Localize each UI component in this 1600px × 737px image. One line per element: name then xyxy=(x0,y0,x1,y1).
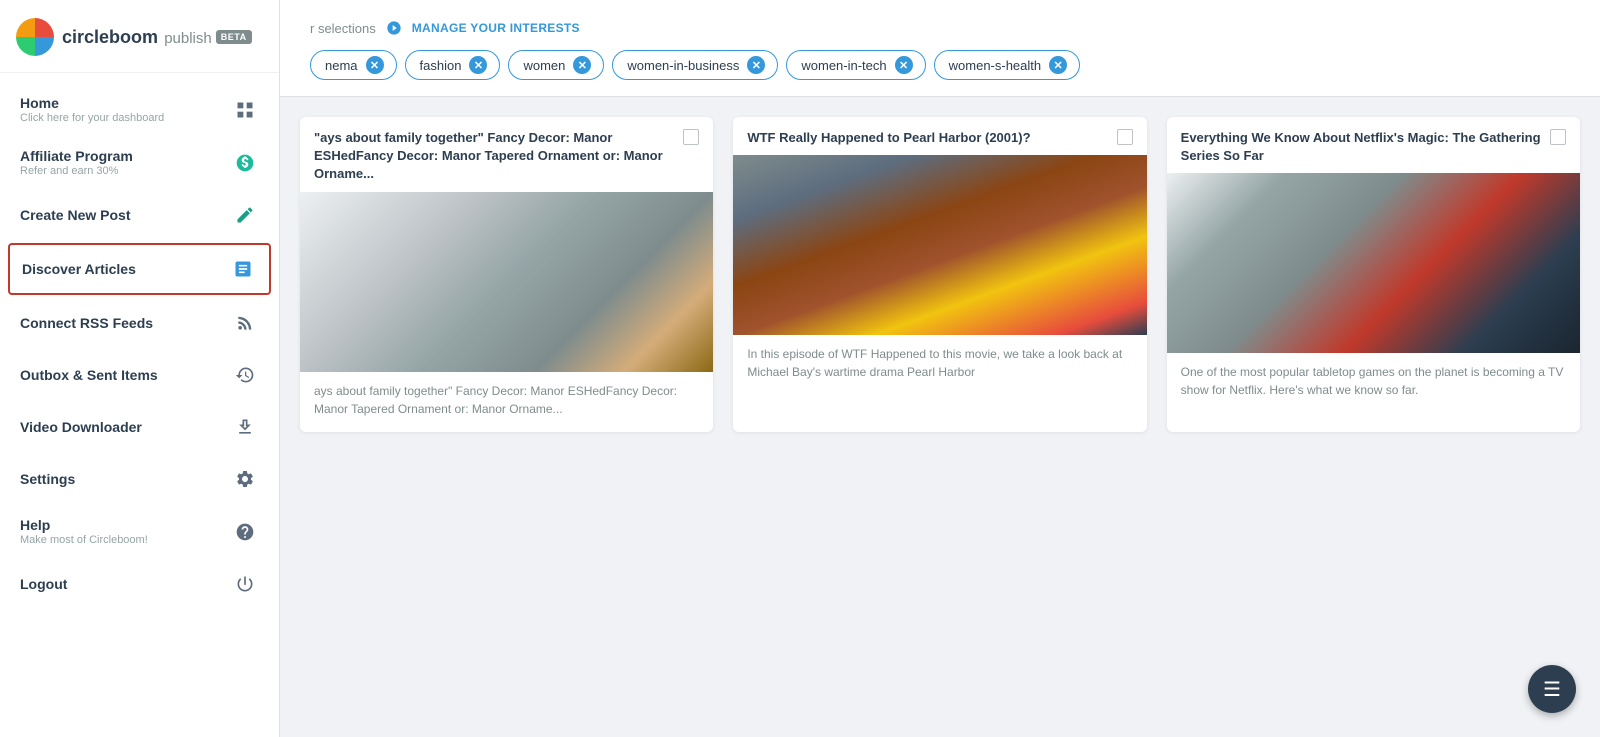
tag-label: women xyxy=(523,58,565,73)
article-header: Everything We Know About Netflix's Magic… xyxy=(1167,117,1580,173)
article-image xyxy=(733,155,1146,335)
articles-icon xyxy=(229,255,257,283)
sidebar-help-subtitle: Make most of Circleboom! xyxy=(20,534,231,546)
tag-label: nema xyxy=(325,58,358,73)
manage-interests-link[interactable]: MANAGE YOUR INTERESTS xyxy=(412,21,580,35)
article-card-article-1: "ays about family together" Fancy Decor:… xyxy=(300,117,713,432)
tag-remove-icon[interactable]: ✕ xyxy=(573,56,591,74)
interests-row: r selections MANAGE YOUR INTERESTS xyxy=(310,20,1570,36)
article-card-article-3: Everything We Know About Netflix's Magic… xyxy=(1167,117,1580,432)
article-image xyxy=(300,192,713,372)
sidebar-item-discover[interactable]: Discover Articles xyxy=(8,243,271,295)
tag-chip-women-s-health[interactable]: women-s-health ✕ xyxy=(934,50,1081,80)
main-header: r selections MANAGE YOUR INTERESTS nema ✕… xyxy=(280,0,1600,97)
tag-label: women-s-health xyxy=(949,58,1042,73)
tag-label: women-in-business xyxy=(627,58,739,73)
download-icon xyxy=(231,413,259,441)
interests-label: r selections xyxy=(310,21,376,36)
sidebar-item-logout[interactable]: Logout xyxy=(0,558,279,610)
fab-button[interactable]: ☰ xyxy=(1528,665,1576,713)
sidebar-item-rss[interactable]: Connect RSS Feeds xyxy=(0,297,279,349)
articles-grid: "ays about family together" Fancy Decor:… xyxy=(280,97,1600,737)
article-title: "ays about family together" Fancy Decor:… xyxy=(314,129,683,184)
tags-row: nema✕fashion✕women✕women-in-business✕wom… xyxy=(310,50,1570,80)
article-title: Everything We Know About Netflix's Magic… xyxy=(1181,129,1550,165)
sidebar: circleboom publish BETA Home Click here … xyxy=(0,0,280,737)
article-checkbox[interactable] xyxy=(683,129,699,145)
sidebar-item-home[interactable]: Home Click here for your dashboard xyxy=(0,83,279,136)
tag-chip-women[interactable]: women ✕ xyxy=(508,50,604,80)
tag-chip-women-in-tech[interactable]: women-in-tech ✕ xyxy=(786,50,925,80)
sidebar-discover-title: Discover Articles xyxy=(22,261,229,277)
beta-badge: BETA xyxy=(216,30,252,44)
edit-icon xyxy=(231,201,259,229)
sidebar-rss-title: Connect RSS Feeds xyxy=(20,315,231,331)
tag-remove-icon[interactable]: ✕ xyxy=(469,56,487,74)
logo-product: publish xyxy=(160,30,212,47)
sidebar-item-create-post[interactable]: Create New Post xyxy=(0,189,279,241)
tag-label: women-in-tech xyxy=(801,58,886,73)
article-header: WTF Really Happened to Pearl Harbor (200… xyxy=(733,117,1146,155)
logo-area: circleboom publish BETA xyxy=(0,0,279,73)
sidebar-nav: Home Click here for your dashboard Affil… xyxy=(0,73,279,737)
article-image xyxy=(1167,173,1580,353)
tag-chip-cinema[interactable]: nema ✕ xyxy=(310,50,397,80)
sidebar-logout-title: Logout xyxy=(20,576,231,592)
article-description: In this episode of WTF Happened to this … xyxy=(733,335,1146,395)
settings-interests-icon xyxy=(386,20,402,36)
grid-icon xyxy=(231,96,259,124)
menu-icon: ☰ xyxy=(1543,677,1561,702)
sidebar-affiliate-title: Affiliate Program xyxy=(20,148,231,164)
article-title: WTF Really Happened to Pearl Harbor (200… xyxy=(747,129,1116,147)
history-icon xyxy=(231,361,259,389)
dollar-icon xyxy=(231,149,259,177)
sidebar-outbox-title: Outbox & Sent Items xyxy=(20,367,231,383)
sidebar-home-subtitle: Click here for your dashboard xyxy=(20,112,231,124)
sidebar-item-settings[interactable]: Settings xyxy=(0,453,279,505)
article-checkbox[interactable] xyxy=(1550,129,1566,145)
sidebar-affiliate-subtitle: Refer and earn 30% xyxy=(20,165,231,177)
tag-remove-icon[interactable]: ✕ xyxy=(1049,56,1067,74)
tag-remove-icon[interactable]: ✕ xyxy=(895,56,913,74)
settings-icon xyxy=(231,465,259,493)
help-icon xyxy=(231,518,259,546)
tag-label: fashion xyxy=(420,58,462,73)
logo-icon xyxy=(16,18,54,56)
sidebar-item-affiliate[interactable]: Affiliate Program Refer and earn 30% xyxy=(0,136,279,189)
tag-remove-icon[interactable]: ✕ xyxy=(747,56,765,74)
tag-remove-icon[interactable]: ✕ xyxy=(366,56,384,74)
sidebar-help-title: Help xyxy=(20,517,231,533)
logo-name: circleboom publish xyxy=(62,27,212,48)
sidebar-video-title: Video Downloader xyxy=(20,419,231,435)
sidebar-item-video[interactable]: Video Downloader xyxy=(0,401,279,453)
sidebar-settings-title: Settings xyxy=(20,471,231,487)
main-content: r selections MANAGE YOUR INTERESTS nema ✕… xyxy=(280,0,1600,737)
rss-icon xyxy=(231,309,259,337)
article-header: "ays about family together" Fancy Decor:… xyxy=(300,117,713,192)
article-checkbox[interactable] xyxy=(1117,129,1133,145)
sidebar-create-post-title: Create New Post xyxy=(20,207,231,223)
power-icon xyxy=(231,570,259,598)
tag-chip-women-in-business[interactable]: women-in-business ✕ xyxy=(612,50,778,80)
sidebar-item-help[interactable]: Help Make most of Circleboom! xyxy=(0,505,279,558)
tag-chip-fashion[interactable]: fashion ✕ xyxy=(405,50,501,80)
article-description: One of the most popular tabletop games o… xyxy=(1167,353,1580,413)
article-description: ays about family together" Fancy Decor: … xyxy=(300,372,713,432)
article-card-article-2: WTF Really Happened to Pearl Harbor (200… xyxy=(733,117,1146,432)
sidebar-home-title: Home xyxy=(20,95,231,111)
sidebar-item-outbox[interactable]: Outbox & Sent Items xyxy=(0,349,279,401)
